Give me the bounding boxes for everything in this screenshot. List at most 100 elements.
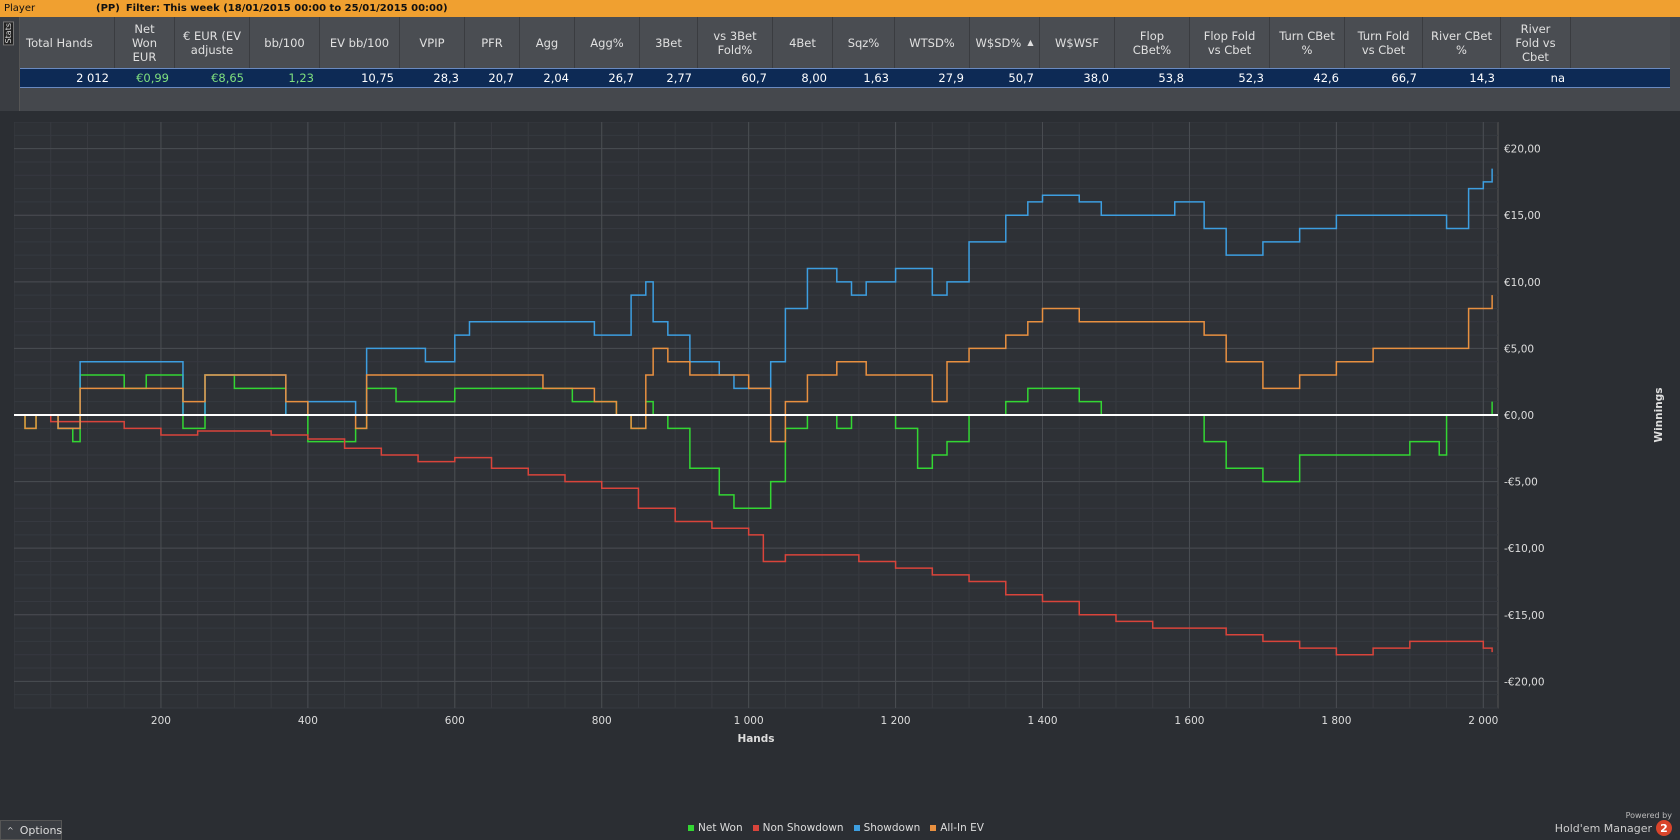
x-tick-label: 2 000 [1468,715,1498,727]
y-tick-label: -€15,00 [1504,610,1545,622]
stats-header-row: Total Hands Net Won EUR € EUR (EV adjuste b… [20,17,1670,68]
column-header[interactable]: Total Hands [20,17,115,68]
chart-legend: Net Won Non Showdown Showdown All-In EV [688,822,984,834]
stat-value: 66,7 [1391,71,1417,85]
stat-value: 38,0 [1083,71,1109,85]
column-header-label: W$SD% [975,35,1022,50]
legend-item[interactable]: Showdown [853,822,921,834]
column-header-label: Turn CBet % [1279,28,1335,57]
column-header-label: bb/100 [264,35,305,50]
legend-swatch [930,825,937,831]
column-header[interactable]: PFR [465,17,520,68]
stats-side-tab[interactable]: Stats [0,17,20,111]
legend-item[interactable]: Net Won [688,822,743,834]
x-tick-label: 1 400 [1027,715,1057,727]
filter-label[interactable]: Filter: This week (18/01/2015 00:00 to 2… [126,3,448,14]
chart-svg: 200 400 600 800 1 000 1 200 1 400 1 600 1 800 2 0… [13,121,1665,745]
column-header-label: Agg [535,35,559,50]
stat-value: 1,63 [863,71,889,85]
stat-value: 2 012 [76,71,109,85]
stat-value: 2,04 [543,71,569,85]
column-header[interactable]: vs 3Bet Fold% [698,17,773,68]
column-header-label: 3Bet [655,35,682,50]
column-header[interactable]: VPIP [400,17,465,68]
y-tick-label: -€5,00 [1504,477,1538,489]
legend-label: Net Won [698,822,743,834]
column-header[interactable]: € EUR (EV adjuste [175,17,250,68]
column-header[interactable]: bb/100 [250,17,320,68]
legend-label: Showdown [863,822,921,834]
column-header[interactable]: Flop Fold vs Cbet [1190,17,1270,68]
stats-value-row[interactable]: 2 012 €0,99 €8,65 1,23 10,75 28,3 20,7 2,04 26,7… [20,68,1670,88]
column-header[interactable]: Turn Fold vs Cbet [1345,17,1423,68]
x-tick-label: 1 600 [1174,715,1204,727]
options-button[interactable]: ^ Options [0,820,62,840]
brand-name: Hold'em Manager [1554,821,1652,835]
column-header[interactable]: 3Bet [640,17,698,68]
column-header[interactable]: Net Won EUR [115,17,175,68]
y-tick-label: -€20,00 [1504,676,1545,688]
x-tick-label: 1 200 [881,715,911,727]
column-header-label: Net Won EUR [131,21,158,64]
column-header[interactable]: Sqz% [833,17,895,68]
y-tick-label: €5,00 [1504,343,1534,355]
legend-item[interactable]: Non Showdown [752,822,844,834]
stat-value: 53,8 [1158,71,1184,85]
stat-value: 50,7 [1008,71,1034,85]
options-label: Options [19,823,63,837]
column-header[interactable]: Agg% [575,17,640,68]
column-header[interactable]: WTSD% [895,17,970,68]
x-tick-label: 600 [445,715,465,727]
column-header-label: 4Bet [789,35,816,50]
column-header-label: EV bb/100 [329,35,390,50]
title-bar: Player (PP) Filter: This week (18/01/201… [0,0,1680,17]
stat-value: 60,7 [741,71,767,85]
powered-by-text: Powered by [1625,811,1672,820]
legend-swatch [853,825,860,831]
column-header-label: Turn Fold vs Cbet [1357,28,1410,57]
column-header-label: Flop CBet% [1132,28,1172,57]
legend-swatch [688,825,694,831]
brand: Hold'em Manager 2 [1555,820,1672,836]
stat-value: 52,3 [1238,71,1264,85]
column-header[interactable]: EV bb/100 [320,17,400,68]
column-header-label: € EUR (EV adjuste [183,28,241,57]
column-header[interactable]: W$WSF [1040,17,1115,68]
column-header-label: River Fold vs Cbet [1515,21,1556,64]
column-header-label: Flop Fold vs Cbet [1203,28,1256,57]
column-header-label: WTSD% [909,35,955,50]
y-axis-label: Winnings [1653,388,1665,443]
column-header-label: PFR [481,35,503,50]
column-header[interactable]: Flop CBet% [1115,17,1190,68]
y-tick-label: €0,00 [1504,410,1534,422]
column-header[interactable]: River CBet % [1423,17,1501,68]
stat-value: 10,75 [361,71,394,85]
column-header[interactable]: Turn CBet % [1270,17,1345,68]
column-header[interactable]: River Fold vs Cbet [1501,17,1571,68]
stats-tab-label: Stats [3,21,14,46]
column-header-label: River CBet % [1431,28,1492,57]
legend-label: All-In EV [940,822,984,834]
y-tick-label: -€10,00 [1504,543,1545,555]
x-tick-label: 800 [592,715,612,727]
stat-value: €8,65 [211,71,244,85]
column-header[interactable]: W$SD% ▲ [970,17,1040,68]
column-header-label: Sqz% [847,35,880,50]
stat-value: 26,7 [608,71,634,85]
powered-by: Powered by Hold'em Manager 2 [1555,811,1672,836]
winnings-chart: 200 400 600 800 1 000 1 200 1 400 1 600 1 800 2 0… [13,121,1680,812]
column-header-label: Agg% [590,35,624,50]
chevron-up-icon: ^ [7,825,14,835]
x-tick-label: 1 800 [1321,715,1351,727]
column-header[interactable]: 4Bet [773,17,833,68]
stat-value: €0,99 [136,71,169,85]
column-header[interactable]: Agg [520,17,575,68]
hm2-logo-icon: 2 [1656,820,1672,836]
y-tick-label: €20,00 [1504,144,1541,156]
x-tick-label: 400 [298,715,318,727]
column-header-label: VPIP [419,35,445,50]
player-label: Player [4,3,36,14]
stat-value: na [1550,71,1565,85]
stat-value: 2,77 [666,71,692,85]
legend-item[interactable]: All-In EV [930,822,984,834]
